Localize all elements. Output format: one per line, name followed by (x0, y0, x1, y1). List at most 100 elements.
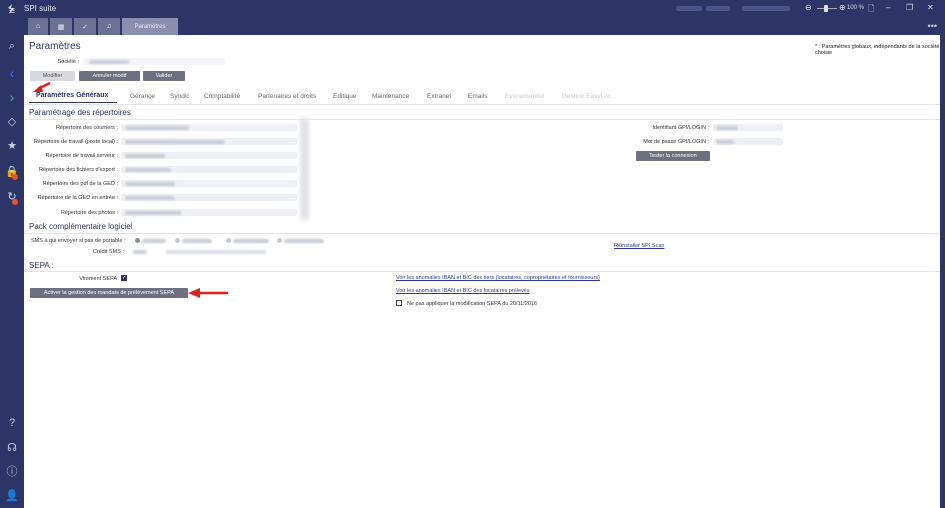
sms-option-blurred (142, 239, 166, 243)
help-icon[interactable]: ? (4, 415, 20, 431)
input-value-blurred (716, 126, 738, 130)
headset-icon[interactable]: ☊ (4, 439, 20, 455)
company-name-blurred (706, 6, 730, 11)
main-panel: Paramètres * : Paramètres globaux, indép… (24, 35, 940, 508)
repertoire-travail-local-input[interactable] (121, 138, 297, 145)
field-label: Répertoire des courriers : (55, 125, 118, 131)
section-sepa-title: SEPA : (29, 261, 54, 270)
sms-recipient-label: SMS à qui envoyer si pas de portable : (31, 238, 126, 244)
tab-parametres[interactable]: Paramètres (122, 18, 178, 35)
sms-option-blurred (182, 239, 212, 243)
tab-maintenance[interactable]: Maintenance (372, 93, 409, 100)
server-name-blurred (742, 6, 790, 11)
societe-label: Société : (57, 59, 79, 65)
diamond-icon[interactable]: ◇ (4, 113, 20, 129)
bell-icon: ♫ (106, 23, 112, 30)
window-right-border (940, 18, 945, 508)
gpi-login-input[interactable] (713, 124, 783, 131)
star-icon[interactable]: ★ (4, 137, 20, 153)
tab-syndic[interactable]: Syndic (170, 93, 190, 100)
input-value-blurred (125, 168, 171, 172)
valider-button[interactable]: Valider (143, 71, 185, 81)
open-tabs-bar: ⌂ ▦ ✓ ♫ Paramètres ••• (24, 18, 945, 35)
gpi-password-input[interactable] (713, 138, 783, 145)
input-value-blurred (125, 126, 189, 130)
sms-option-radio[interactable] (175, 238, 180, 243)
annuler-modif-button[interactable]: Annuler modif (79, 71, 140, 81)
user-icon[interactable]: 👤 (4, 487, 20, 503)
chevron-right-icon[interactable]: › (4, 89, 20, 105)
search-icon[interactable]: ⌕ (4, 38, 20, 54)
virement-sepa-label: Virement SEPA (79, 276, 117, 282)
zoom-in-icon[interactable]: ⊕ (839, 3, 846, 12)
field-label: Répertoire de la GED en entrée : (37, 195, 118, 201)
tab-gestion-easyloc: Gestion EasyLoc (562, 93, 612, 100)
field-label: Répertoire de travail (poste local) : (33, 139, 118, 145)
repertoire-travail-serveur-input[interactable] (121, 152, 297, 159)
home-tab[interactable]: ⌂ (28, 18, 48, 35)
anomalies-iban-locataires-link[interactable]: Voir les anomalies IBAN et BIC des locat… (396, 288, 530, 294)
field-label: Répertoire de travail serveur : (45, 153, 118, 159)
tab-emails[interactable]: Emails (468, 93, 488, 100)
tab-parametres-generaux[interactable]: Paramètres Généraux (36, 92, 108, 99)
menu-icon[interactable]: ≡ (4, 3, 20, 19)
section-repertoires-title: Paramétrage des répertoires (29, 108, 131, 117)
tab-parametres-label: Paramètres (134, 23, 166, 30)
virement-sepa-checkbox[interactable]: ✓ (121, 275, 127, 281)
maximize-icon[interactable]: ❐ (906, 3, 913, 12)
reinstall-spi-scan-link[interactable]: Réinstaller SPI Scan (614, 243, 664, 249)
tab-comptabilite[interactable]: Comptabilité (204, 93, 240, 100)
more-options-icon[interactable]: ••• (928, 21, 937, 31)
minimize-icon[interactable]: – (886, 3, 890, 12)
repertoire-ged-entree-input[interactable] (121, 194, 297, 201)
gpi-password-label: Mot de passe GPI/LOGIN : (643, 139, 709, 145)
ne-pas-appliquer-sepa-checkbox[interactable] (396, 300, 402, 306)
activer-mandats-sepa-button[interactable]: Activer la gestion des mandats de prélèv… (30, 288, 188, 298)
tab-gerance[interactable]: Gérance (130, 93, 155, 100)
check-icon: ✓ (82, 23, 88, 31)
tasks-tab[interactable]: ✓ (74, 18, 96, 35)
field-label: Répertoire des photos : (60, 210, 118, 216)
section-pack-title: Pack complémentaire logiciel (29, 222, 133, 231)
ne-pas-appliquer-sepa-label: Ne pas appliquer la modification SEPA du… (407, 301, 538, 307)
notifications-tab[interactable]: ♫ (98, 18, 120, 35)
repertoire-pdf-ged-input[interactable] (121, 180, 297, 187)
tab-extranet[interactable]: Extranet (427, 93, 451, 100)
chevron-left-icon[interactable]: ‹ (4, 65, 20, 81)
global-params-note: * : Paramètres globaux, indépendants de … (815, 44, 940, 56)
sms-option-blurred (284, 239, 324, 243)
tab-evenementiel: Evénementiel (505, 93, 545, 100)
tab-partenaires-et-droits[interactable]: Partenaires et droits (258, 93, 316, 100)
anomalies-iban-tiers-link[interactable]: Voir les anomalies IBAN et BIC des tiers… (396, 275, 600, 281)
repertoire-courriers-input[interactable] (121, 124, 297, 131)
tab-editique[interactable]: Editique (333, 93, 357, 100)
repertoire-export-input[interactable] (121, 166, 297, 173)
input-value-blurred (125, 182, 175, 186)
field-label: Répertoire des fichiers d'export : (38, 167, 118, 173)
input-value-blurred (125, 154, 165, 158)
close-icon[interactable]: ✕ (927, 3, 934, 12)
sms-option-radio[interactable] (226, 238, 231, 243)
repertoire-photos-input[interactable] (121, 209, 297, 216)
page-title: Paramètres (29, 41, 81, 52)
societe-field[interactable] (83, 58, 225, 65)
sms-option-radio[interactable] (135, 238, 140, 243)
zoom-slider-knob[interactable] (824, 5, 828, 12)
input-value-blurred (125, 140, 225, 144)
credit-sms-info-blurred (166, 250, 266, 254)
title-bar: SPI suite ⊖ ⊕ 100 % 🗋 – ❐ ✕ (0, 0, 945, 18)
app-title: SPI suite (24, 4, 57, 13)
input-value-blurred (125, 196, 175, 200)
home-icon: ⌂ (35, 23, 41, 30)
tester-connexion-button[interactable]: Tester la connexion (636, 151, 710, 161)
zoom-level: 100 % (847, 5, 865, 11)
zoom-out-icon[interactable]: ⊖ (805, 3, 812, 12)
sms-option-radio[interactable] (277, 238, 282, 243)
calendar-icon: ▦ (57, 23, 65, 31)
calendar-tab[interactable]: ▦ (50, 18, 72, 35)
notification-badge (12, 199, 18, 205)
tabs-divider (24, 104, 940, 105)
info-icon[interactable]: ⓘ (4, 463, 20, 479)
document-icon[interactable]: 🗋 (868, 3, 874, 17)
section-divider (24, 271, 940, 272)
